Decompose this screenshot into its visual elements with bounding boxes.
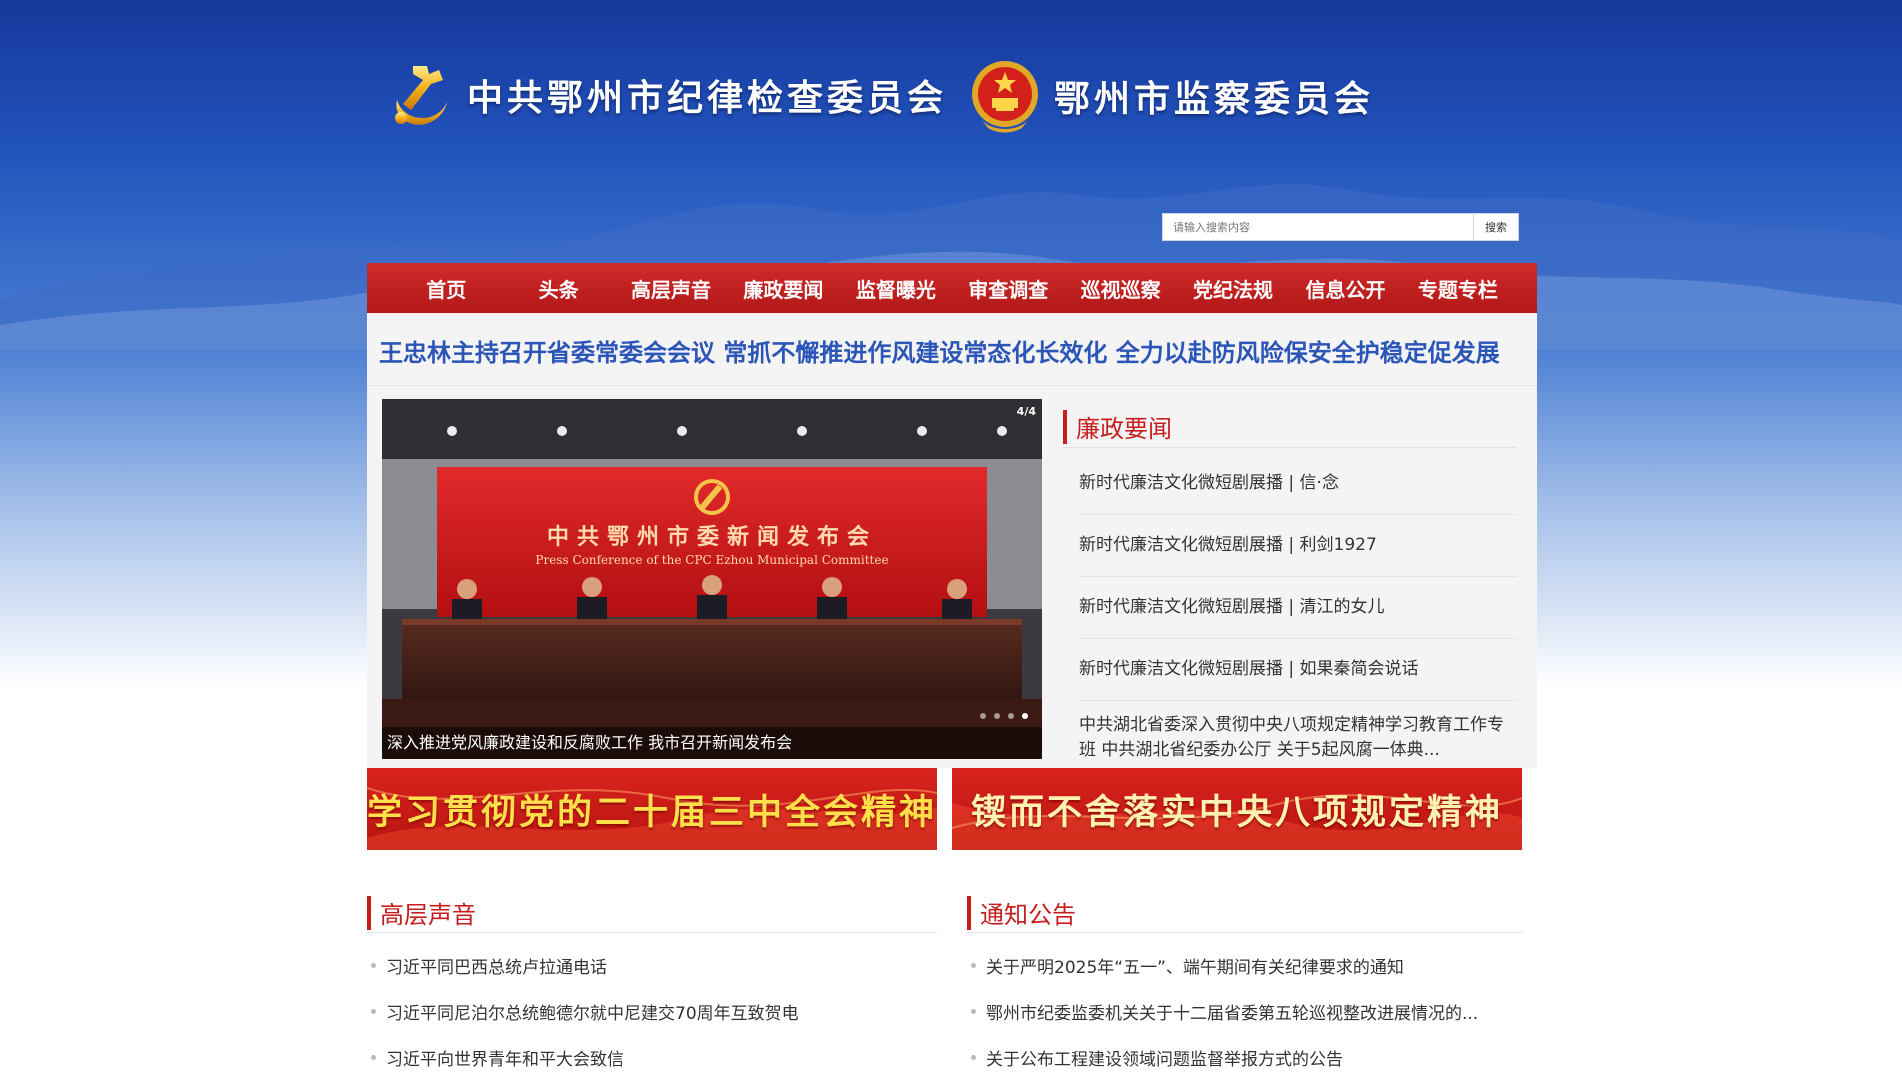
notice-link[interactable]: 关于严明2025年“五一”、端午期间有关纪律要求的通知 bbox=[986, 953, 1404, 978]
main-panel: 王忠林主持召开省委常委会会议 常抓不懈推进作风建设常态化长效化 全力以赴防风险保… bbox=[367, 313, 1537, 768]
search-bar: 搜索 bbox=[1162, 213, 1519, 241]
top-voices-list: 习近平同巴西总统卢拉通电话 习近平同尼泊尔总统鲍德尔就中尼建交70周年互致贺电 … bbox=[371, 942, 937, 1080]
news-link[interactable]: 习近平同巴西总统卢拉通电话 bbox=[386, 953, 607, 978]
news-link[interactable]: 新时代廉洁文化微短剧展播 | 如果秦简会说话 bbox=[1079, 657, 1419, 682]
top-voices-title[interactable]: 高层声音 bbox=[380, 895, 476, 930]
bullet-icon bbox=[371, 1008, 376, 1014]
news-link[interactable]: 中共湖北省委深入贯彻中央八项规定精神学习教育工作专班 中共湖北省纪委办公厅 关于… bbox=[1079, 713, 1517, 763]
banner-left-text: 学习贯彻党的二十届三中全会精神 bbox=[367, 792, 937, 833]
image-slider[interactable]: 中共鄂州市委新闻发布会 Press Conference of the CPC … bbox=[382, 399, 1042, 759]
news-link[interactable]: 新时代廉洁文化微短剧展播 | 信·念 bbox=[1079, 471, 1339, 496]
nav-item-top-voices[interactable]: 高层声音 bbox=[615, 274, 727, 303]
slide-counter: 4/4 bbox=[1016, 405, 1036, 418]
slide-dots bbox=[980, 713, 1028, 719]
supervision-commission-logo[interactable]: 鄂州市监察委员会 bbox=[970, 58, 1374, 134]
banner-eight-rules[interactable]: 锲而不舍落实中央八项规定精神 bbox=[952, 768, 1522, 850]
slide-dot[interactable] bbox=[980, 713, 986, 719]
news-link[interactable]: 习近平同尼泊尔总统鲍德尔就中尼建交70周年互致贺电 bbox=[386, 999, 799, 1024]
list-item: 新时代廉洁文化微短剧展播 | 信·念 bbox=[1079, 453, 1517, 515]
notice-link[interactable]: 关于公布工程建设领域问题监督举报方式的公告 bbox=[986, 1045, 1343, 1070]
slide-dot[interactable] bbox=[1008, 713, 1014, 719]
party-emblem-icon bbox=[395, 66, 447, 125]
section-underline bbox=[1063, 447, 1517, 448]
section-accent-bar bbox=[1063, 409, 1067, 444]
slide-dot-active[interactable] bbox=[1022, 713, 1028, 719]
news-link[interactable]: 新时代廉洁文化微短剧展播 | 利剑1927 bbox=[1079, 533, 1377, 558]
slide-caption[interactable]: 深入推进党风廉政建设和反腐败工作 我市召开新闻发布会 bbox=[382, 727, 1042, 759]
integrity-news-title[interactable]: 廉政要闻 bbox=[1076, 409, 1172, 444]
banner-third-plenum[interactable]: 学习贯彻党的二十届三中全会精神 bbox=[367, 768, 937, 850]
nav-item-special-topics[interactable]: 专题专栏 bbox=[1402, 274, 1514, 303]
integrity-news-list: 新时代廉洁文化微短剧展播 | 信·念 新时代廉洁文化微短剧展播 | 利剑1927… bbox=[1079, 453, 1517, 771]
notices-title[interactable]: 通知公告 bbox=[980, 895, 1076, 930]
integrity-news-header: 廉政要闻 bbox=[1063, 409, 1172, 444]
section-accent-bar bbox=[367, 895, 371, 930]
section-underline bbox=[967, 932, 1522, 933]
banner-right-text: 锲而不舍落实中央八项规定精神 bbox=[970, 792, 1503, 833]
cpc-commission-logo[interactable]: 中共鄂州市纪律检查委员会 bbox=[383, 60, 947, 130]
bullet-icon bbox=[371, 962, 376, 968]
nav-item-regulations[interactable]: 党纪法规 bbox=[1177, 274, 1289, 303]
section-underline bbox=[367, 932, 937, 933]
nav-item-integrity-news[interactable]: 廉政要闻 bbox=[727, 274, 839, 303]
national-emblem-icon bbox=[972, 61, 1038, 133]
commission-name: 中共鄂州市纪律检查委员会 bbox=[467, 78, 948, 119]
list-item: 鄂州市纪委监委机关关于十二届省委第五轮巡视整改进展情况的... bbox=[971, 988, 1522, 1034]
list-item: 关于严明2025年“五一”、端午期间有关纪律要求的通知 bbox=[971, 942, 1522, 988]
divider bbox=[367, 385, 1537, 386]
news-link[interactable]: 新时代廉洁文化微短剧展播 | 清江的女儿 bbox=[1079, 595, 1385, 620]
top-voices-header: 高层声音 bbox=[367, 895, 476, 930]
nav-item-headlines[interactable]: 头条 bbox=[502, 274, 614, 303]
nav-item-info-disclosure[interactable]: 信息公开 bbox=[1289, 274, 1401, 303]
list-item: 习近平同巴西总统卢拉通电话 bbox=[371, 942, 937, 988]
list-item: 习近平同尼泊尔总统鲍德尔就中尼建交70周年互致贺电 bbox=[371, 988, 937, 1034]
headline-link[interactable]: 王忠林主持召开省委常委会会议 常抓不懈推进作风建设常态化长效化 全力以赴防风险保… bbox=[379, 333, 1500, 368]
bullet-icon bbox=[371, 1054, 376, 1060]
nav-item-supervision-exposure[interactable]: 监督曝光 bbox=[840, 274, 952, 303]
section-accent-bar bbox=[967, 895, 971, 930]
news-link[interactable]: 习近平向世界青年和平大会致信 bbox=[386, 1045, 624, 1070]
list-item: 关于公布工程建设领域问题监督举报方式的公告 bbox=[971, 1034, 1522, 1080]
supervision-name: 鄂州市监察委员会 bbox=[1054, 79, 1375, 120]
backdrop-subtitle: Press Conference of the CPC Ezhou Munici… bbox=[535, 553, 888, 567]
main-nav: 首页 头条 高层声音 廉政要闻 监督曝光 审查调查 巡视巡察 党纪法规 信息公开… bbox=[367, 263, 1537, 313]
search-input[interactable] bbox=[1162, 213, 1474, 241]
bullet-icon bbox=[971, 1054, 976, 1060]
list-item: 新时代廉洁文化微短剧展播 | 如果秦简会说话 bbox=[1079, 639, 1517, 701]
nav-item-inspection[interactable]: 巡视巡察 bbox=[1064, 274, 1176, 303]
nav-item-home[interactable]: 首页 bbox=[390, 274, 502, 303]
list-item: 中共湖北省委深入贯彻中央八项规定精神学习教育工作专班 中共湖北省纪委办公厅 关于… bbox=[1079, 701, 1517, 771]
bullet-icon bbox=[971, 962, 976, 968]
bullet-icon bbox=[971, 1008, 976, 1014]
list-item: 习近平向世界青年和平大会致信 bbox=[371, 1034, 937, 1080]
slide-dot[interactable] bbox=[994, 713, 1000, 719]
notices-list: 关于严明2025年“五一”、端午期间有关纪律要求的通知 鄂州市纪委监委机关关于十… bbox=[971, 942, 1522, 1080]
notice-link[interactable]: 鄂州市纪委监委机关关于十二届省委第五轮巡视整改进展情况的... bbox=[986, 999, 1478, 1024]
notices-header: 通知公告 bbox=[967, 895, 1076, 930]
list-item: 新时代廉洁文化微短剧展播 | 清江的女儿 bbox=[1079, 577, 1517, 639]
list-item: 新时代廉洁文化微短剧展播 | 利剑1927 bbox=[1079, 515, 1517, 577]
backdrop-title: 中共鄂州市委新闻发布会 bbox=[547, 524, 877, 550]
nav-item-investigation[interactable]: 审查调查 bbox=[952, 274, 1064, 303]
press-conference-photo: 中共鄂州市委新闻发布会 Press Conference of the CPC … bbox=[382, 399, 1042, 759]
search-button[interactable]: 搜索 bbox=[1474, 213, 1519, 241]
